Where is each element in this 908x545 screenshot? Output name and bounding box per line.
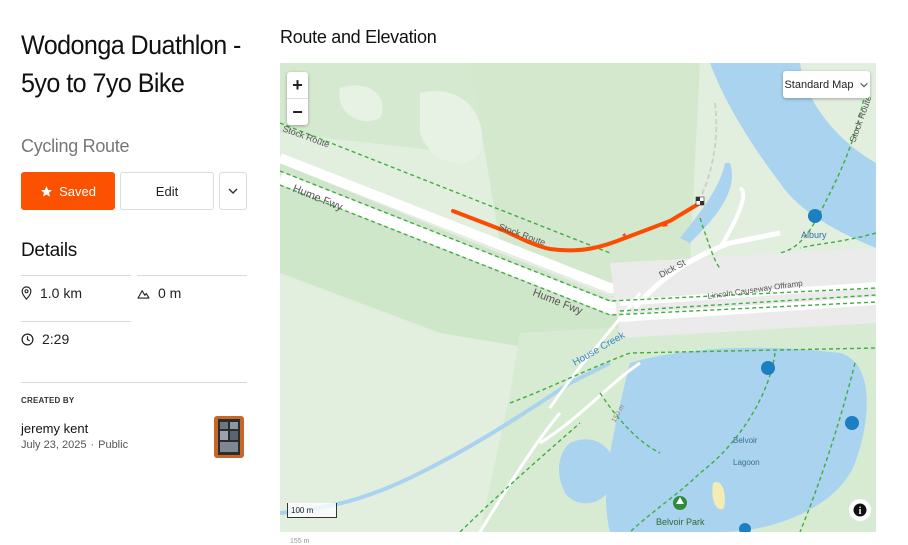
time-value: 2:29 [42,331,70,347]
divider [21,275,131,276]
divider [21,382,247,383]
map-style-label: Standard Map [784,78,854,91]
visibility: Public [98,439,129,451]
map-label: Albury [801,230,827,240]
details-heading: Details [21,240,77,261]
chevron-down-icon [228,188,238,194]
map-label: Belvoir [733,436,758,445]
svg-text:i: i [859,506,862,517]
map-pin-icon [21,286,32,300]
mountain-icon [137,289,150,299]
route-map[interactable]: Stock Route Stock Route Stock Route Hume… [280,63,876,532]
zoom-out-button[interactable]: − [287,98,308,125]
map-canvas: Stock Route Stock Route Stock Route Hume… [280,63,876,532]
map-label: Lagoon [733,458,760,467]
elevation-stat: 0 m [137,285,181,301]
clock-icon [21,333,34,345]
zoom-controls: + − [287,72,308,125]
creator-name[interactable]: jeremy kent [21,421,88,436]
route-meta: July 23, 2025 · Public [21,439,132,451]
saved-button[interactable]: Saved [21,172,115,210]
map-style-select[interactable]: Standard Map [783,71,870,98]
divider [21,321,131,322]
elevation-value: 0 m [158,285,182,301]
route-title: Wodonga Duathlon - 5yo to 7yo Bike [21,30,241,98]
edit-button[interactable]: Edit [120,172,214,210]
route-type: Cycling Route [21,136,130,156]
time-stat: 2:29 [21,331,69,347]
zoom-in-button[interactable]: + [287,72,308,98]
map-scale: 100 m [287,503,337,518]
avatar[interactable] [214,416,244,458]
divider [137,275,247,276]
meta-separator: · [90,439,95,451]
map-label: Belvoir Park [656,517,705,527]
saved-button-label: Saved [59,183,96,199]
chevron-down-icon [859,82,868,87]
map-heading: Route and Elevation [280,27,437,47]
info-icon[interactable]: i [849,499,871,521]
distance-value: 1.0 km [40,285,83,301]
created-date: July 23, 2025 [21,439,87,451]
created-by-label: CREATED BY [21,396,75,405]
distance-stat: 1.0 km [21,285,82,301]
more-options-button[interactable] [219,172,247,210]
star-icon [41,185,52,197]
